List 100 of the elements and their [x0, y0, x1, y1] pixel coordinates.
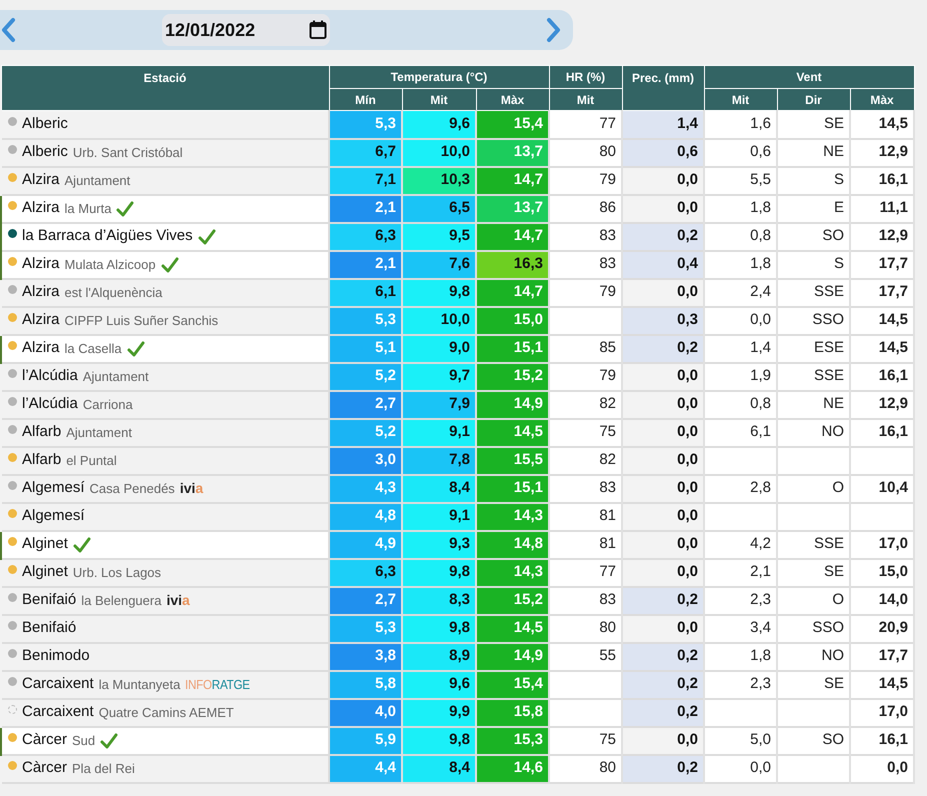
station-location: Sud — [72, 732, 96, 750]
station-name: Alfarb — [22, 422, 62, 442]
temperature-cell: 4,4 — [329, 754, 402, 782]
temperature-cell: 13,7 — [476, 194, 549, 222]
wind-cell: 5,5 — [704, 166, 777, 194]
temperature-cell: 5,2 — [329, 362, 402, 390]
station-cell[interactable]: Benifaió la Belenguera ivia — [1, 586, 329, 614]
station-location: Quatre Camins AEMET — [98, 704, 234, 722]
station-location: Ajuntament — [64, 172, 130, 190]
temperature-cell: 3,8 — [329, 642, 402, 670]
humidity-cell: 80 — [549, 754, 622, 782]
station-cell[interactable]: Alginet Urb. Los Lagos — [1, 558, 329, 586]
wind-max-cell: 16,1 — [850, 726, 914, 754]
station-cell[interactable]: Carcaixent la Muntanyeta INFORATGE — [1, 670, 329, 698]
wind-max-cell: 14,0 — [850, 586, 914, 614]
temperature-cell: 4,0 — [329, 698, 402, 726]
column-subheader: Mit — [704, 88, 777, 110]
precipitation-cell: 0,2 — [622, 642, 704, 670]
temperature-cell: 4,9 — [329, 530, 402, 558]
temperature-cell: 5,2 — [329, 418, 402, 446]
wind-direction-cell: SSO — [777, 614, 850, 642]
inforatge-logo: INFORATGE — [185, 676, 250, 694]
station-cell[interactable]: Càrcer Pla del Rei — [1, 754, 329, 782]
wind-max-cell: 16,1 — [850, 362, 914, 390]
temperature-cell: 14,7 — [476, 278, 549, 306]
temperature-cell: 6,1 — [329, 278, 402, 306]
wind-max-cell: 11,1 — [850, 194, 914, 222]
calendar-icon — [309, 20, 327, 40]
station-cell[interactable]: Alginet — [1, 530, 329, 558]
station-cell[interactable]: l’Alcúdia Carriona — [1, 390, 329, 418]
precipitation-cell: 0,3 — [622, 306, 704, 334]
temperature-cell: 10,0 — [402, 306, 476, 334]
wind-cell: 3,4 — [704, 614, 777, 642]
wind-max-cell: 0,0 — [850, 754, 914, 782]
column-subheader: Mit — [402, 88, 476, 110]
station-name: Alzira — [22, 282, 60, 302]
temperature-cell: 2,7 — [329, 390, 402, 418]
station-cell[interactable]: Alberic Urb. Sant Cristóbal — [1, 138, 329, 166]
station-cell[interactable]: Algemesí Casa Penedés ivia — [1, 474, 329, 502]
wind-direction-cell: SSO — [777, 306, 850, 334]
wind-cell: 2,3 — [704, 586, 777, 614]
temperature-cell: 10,0 — [402, 138, 476, 166]
station-name: Alzira — [22, 254, 60, 274]
precipitation-cell: 0,0 — [622, 278, 704, 306]
station-cell[interactable]: Benimodo — [1, 642, 329, 670]
wind-max-cell: 12,9 — [850, 222, 914, 250]
station-name: la Barraca d’Aigües Vives — [22, 226, 193, 246]
station-cell[interactable]: Alzira Ajuntament — [1, 166, 329, 194]
station-location: la Casella — [64, 340, 122, 358]
temperature-cell: 9,3 — [402, 530, 476, 558]
wind-max-cell: 16,1 — [850, 418, 914, 446]
precipitation-cell: 0,4 — [622, 250, 704, 278]
wind-max-cell: 17,7 — [850, 278, 914, 306]
station-cell[interactable]: Alzira CIPFP Luis Suñer Sanchis — [1, 306, 329, 334]
temperature-cell: 15,0 — [476, 306, 549, 334]
wind-max-cell: 17,0 — [850, 698, 914, 726]
station-cell[interactable]: Carcaixent Quatre Camins AEMET — [1, 698, 329, 726]
humidity-cell: 82 — [549, 446, 622, 474]
station-cell[interactable]: la Barraca d’Aigües Vives — [1, 222, 329, 250]
wind-max-cell: 12,9 — [850, 390, 914, 418]
station-name: Alginet — [22, 562, 68, 582]
temperature-cell: 9,8 — [402, 558, 476, 586]
station-location: Ajuntament — [82, 368, 149, 386]
humidity-cell: 75 — [549, 418, 622, 446]
precipitation-cell: 0,0 — [622, 558, 704, 586]
wind-direction-cell: ESE — [777, 334, 850, 362]
wind-cell: 0,6 — [704, 138, 777, 166]
station-cell[interactable]: Alzira la Murta — [1, 194, 329, 222]
station-cell[interactable]: l’Alcúdia Ajuntament — [1, 362, 329, 390]
station-cell[interactable]: Alberic — [1, 110, 329, 138]
precipitation-cell: 0,0 — [622, 166, 704, 194]
wind-direction-cell: NE — [777, 138, 850, 166]
temperature-cell: 5,3 — [329, 614, 402, 642]
station-cell[interactable]: Algemesí — [1, 502, 329, 530]
station-cell[interactable]: Alfarb Ajuntament — [1, 418, 329, 446]
station-cell[interactable]: Alfarb el Puntal — [1, 446, 329, 474]
wind-cell: 1,8 — [704, 250, 777, 278]
station-cell[interactable]: Benifaió — [1, 614, 329, 642]
temperature-cell: 9,0 — [402, 334, 476, 362]
date-field[interactable]: 12/01/2022 — [162, 14, 330, 46]
station-cell[interactable]: Alzira la Casella — [1, 334, 329, 362]
temperature-cell: 9,6 — [402, 670, 476, 698]
humidity-cell: 81 — [549, 530, 622, 558]
station-location: Urb. Los Lagos — [72, 564, 162, 582]
station-cell[interactable]: Càrcer Sud — [1, 726, 329, 754]
temperature-cell: 8,4 — [402, 474, 476, 502]
station-cell[interactable]: Alzira Mulata Alzicoop — [1, 250, 329, 278]
humidity-cell: 79 — [549, 362, 622, 390]
wind-direction-cell: NO — [777, 418, 850, 446]
column-header: Prec. (mm) — [622, 66, 704, 110]
wind-max-cell: 20,9 — [850, 614, 914, 642]
humidity-cell: 75 — [549, 726, 622, 754]
precipitation-cell: 0,2 — [622, 754, 704, 782]
wind-cell: 6,1 — [704, 418, 777, 446]
wind-cell: 2,4 — [704, 278, 777, 306]
temperature-cell: 8,9 — [402, 642, 476, 670]
wind-max-cell: 14,5 — [850, 306, 914, 334]
precipitation-cell: 0,6 — [622, 138, 704, 166]
station-cell[interactable]: Alzira est l'Alquenència — [1, 278, 329, 306]
humidity-cell: 80 — [549, 138, 622, 166]
